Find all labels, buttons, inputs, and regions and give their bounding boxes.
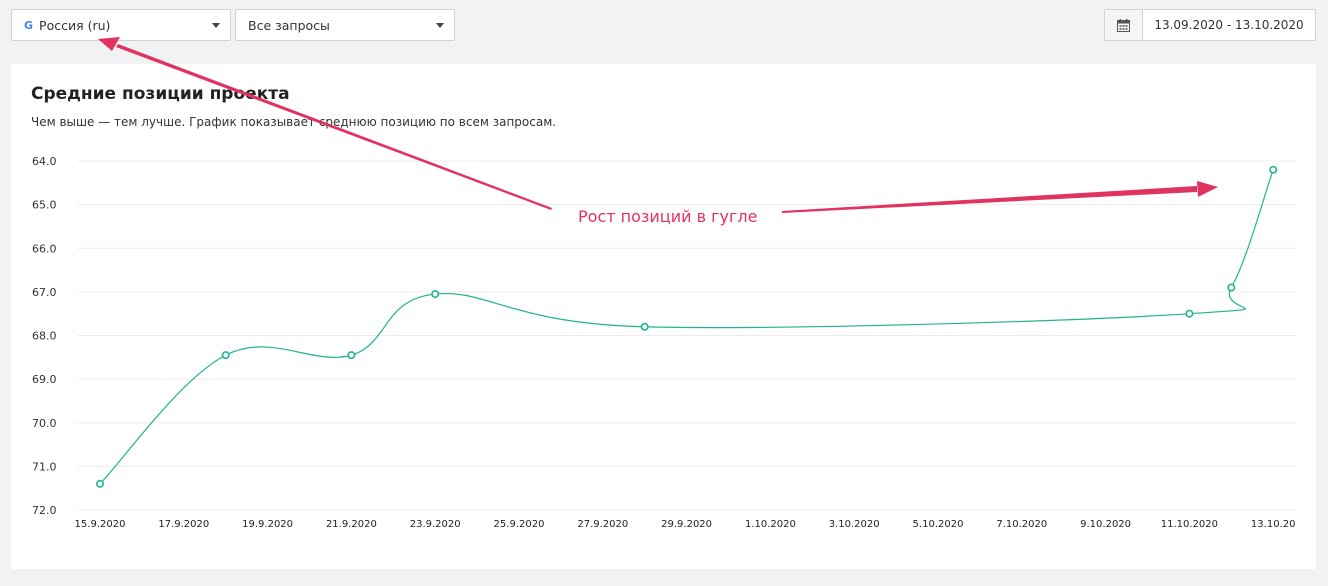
x-tick-label: 9.10.2020 bbox=[1080, 519, 1131, 530]
arrow-to-growth-head bbox=[1197, 181, 1218, 197]
x-tick-label: 29.9.2020 bbox=[661, 519, 712, 530]
x-tick-label: 27.9.2020 bbox=[577, 519, 628, 530]
x-tick-label: 11.10.2020 bbox=[1161, 519, 1218, 530]
y-axis-ticks: 64.0 65.0 66.0 67.0 68.0 69.0 70.0 71.0 72.0 bbox=[32, 155, 57, 517]
x-tick-label: 13.10.20 bbox=[1251, 519, 1296, 530]
x-axis-ticks: 15.9.2020 17.9.2020 19.9.2020 21.9.2020 23.9… bbox=[75, 519, 1296, 530]
data-point[interactable] bbox=[1269, 165, 1278, 174]
annotation-layer: Рост позиций в гугле bbox=[98, 37, 1218, 226]
line-chart: 64.0 65.0 66.0 67.0 68.0 69.0 70.0 71.0 72.0 15.… bbox=[32, 37, 1296, 530]
y-tick-label: 66.0 bbox=[32, 242, 57, 255]
x-tick-label: 1.10.2020 bbox=[745, 519, 796, 530]
y-tick-label: 68.0 bbox=[32, 330, 57, 343]
y-tick-label: 70.0 bbox=[32, 417, 57, 430]
arrow-to-growth-shaft bbox=[782, 186, 1197, 213]
data-point[interactable] bbox=[347, 351, 356, 360]
data-point[interactable] bbox=[1185, 309, 1194, 318]
x-tick-label: 17.9.2020 bbox=[158, 519, 209, 530]
y-tick-label: 67.0 bbox=[32, 286, 57, 299]
y-tick-label: 71.0 bbox=[32, 460, 57, 473]
x-tick-label: 7.10.2020 bbox=[996, 519, 1047, 530]
data-point[interactable] bbox=[96, 479, 105, 488]
x-tick-label: 19.9.2020 bbox=[242, 519, 293, 530]
arrow-to-region-shaft bbox=[116, 44, 552, 210]
data-point[interactable] bbox=[221, 351, 230, 360]
y-tick-label: 69.0 bbox=[32, 373, 57, 386]
y-tick-label: 72.0 bbox=[32, 504, 57, 517]
annotation-text: Рост позиций в гугле bbox=[578, 207, 757, 226]
x-tick-label: 15.9.2020 bbox=[75, 519, 126, 530]
x-tick-label: 21.9.2020 bbox=[326, 519, 377, 530]
x-tick-label: 23.9.2020 bbox=[410, 519, 461, 530]
arrow-to-region-head bbox=[98, 37, 120, 51]
y-tick-label: 64.0 bbox=[32, 155, 57, 168]
data-point[interactable] bbox=[640, 322, 649, 331]
x-tick-label: 5.10.2020 bbox=[913, 519, 964, 530]
x-tick-label: 25.9.2020 bbox=[494, 519, 545, 530]
x-tick-label: 3.10.2020 bbox=[829, 519, 880, 530]
data-point[interactable] bbox=[1227, 283, 1236, 292]
data-point[interactable] bbox=[431, 290, 440, 299]
y-tick-label: 65.0 bbox=[32, 199, 57, 212]
